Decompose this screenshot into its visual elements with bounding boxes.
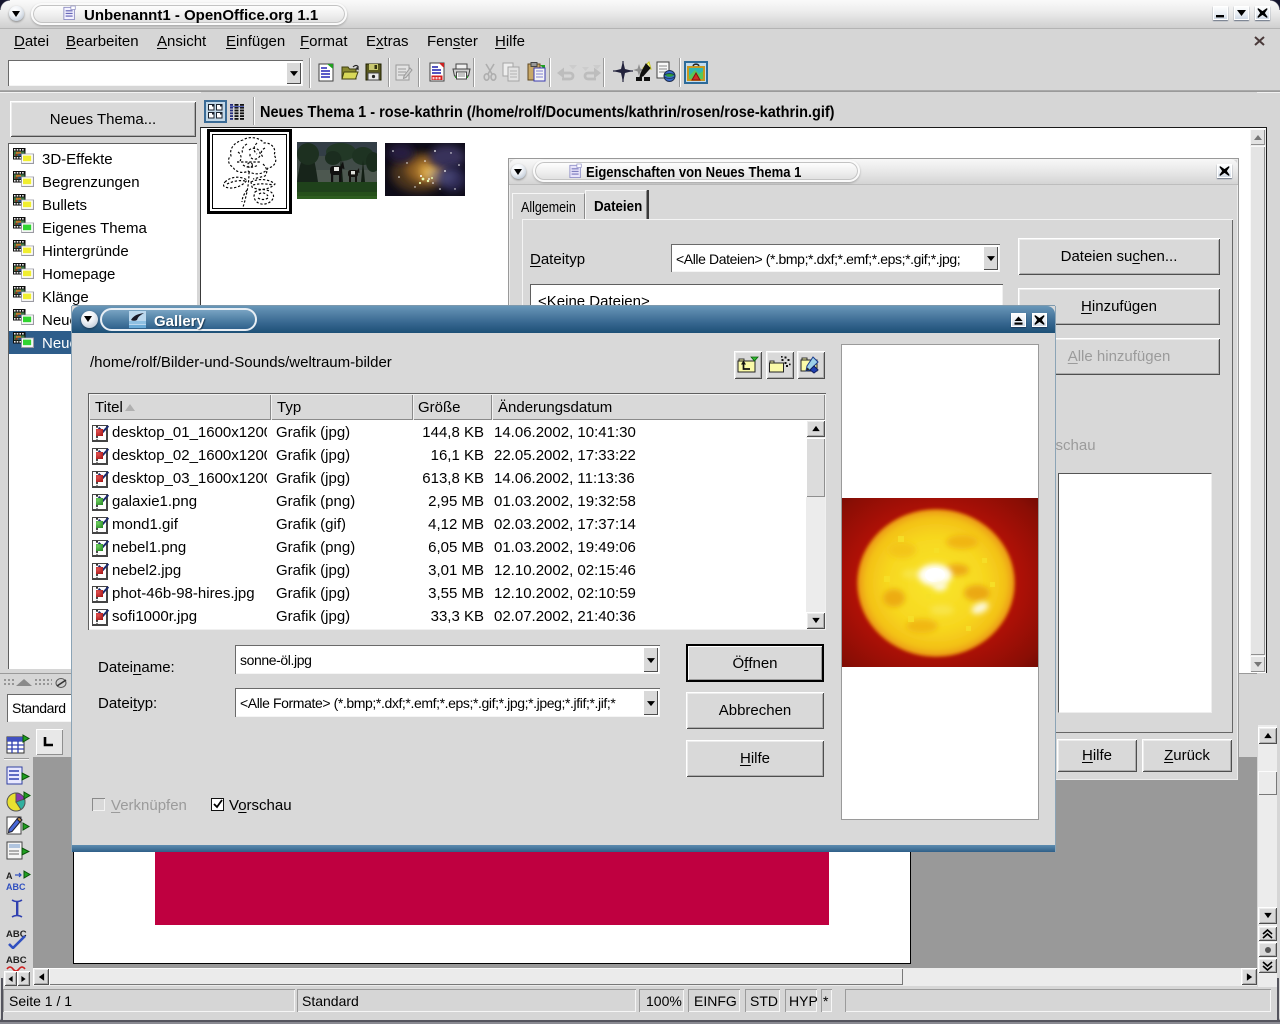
svg-text:A: A [6,871,13,881]
svg-text:ABC: ABC [6,882,26,892]
svg-text:ABC: ABC [6,955,27,966]
